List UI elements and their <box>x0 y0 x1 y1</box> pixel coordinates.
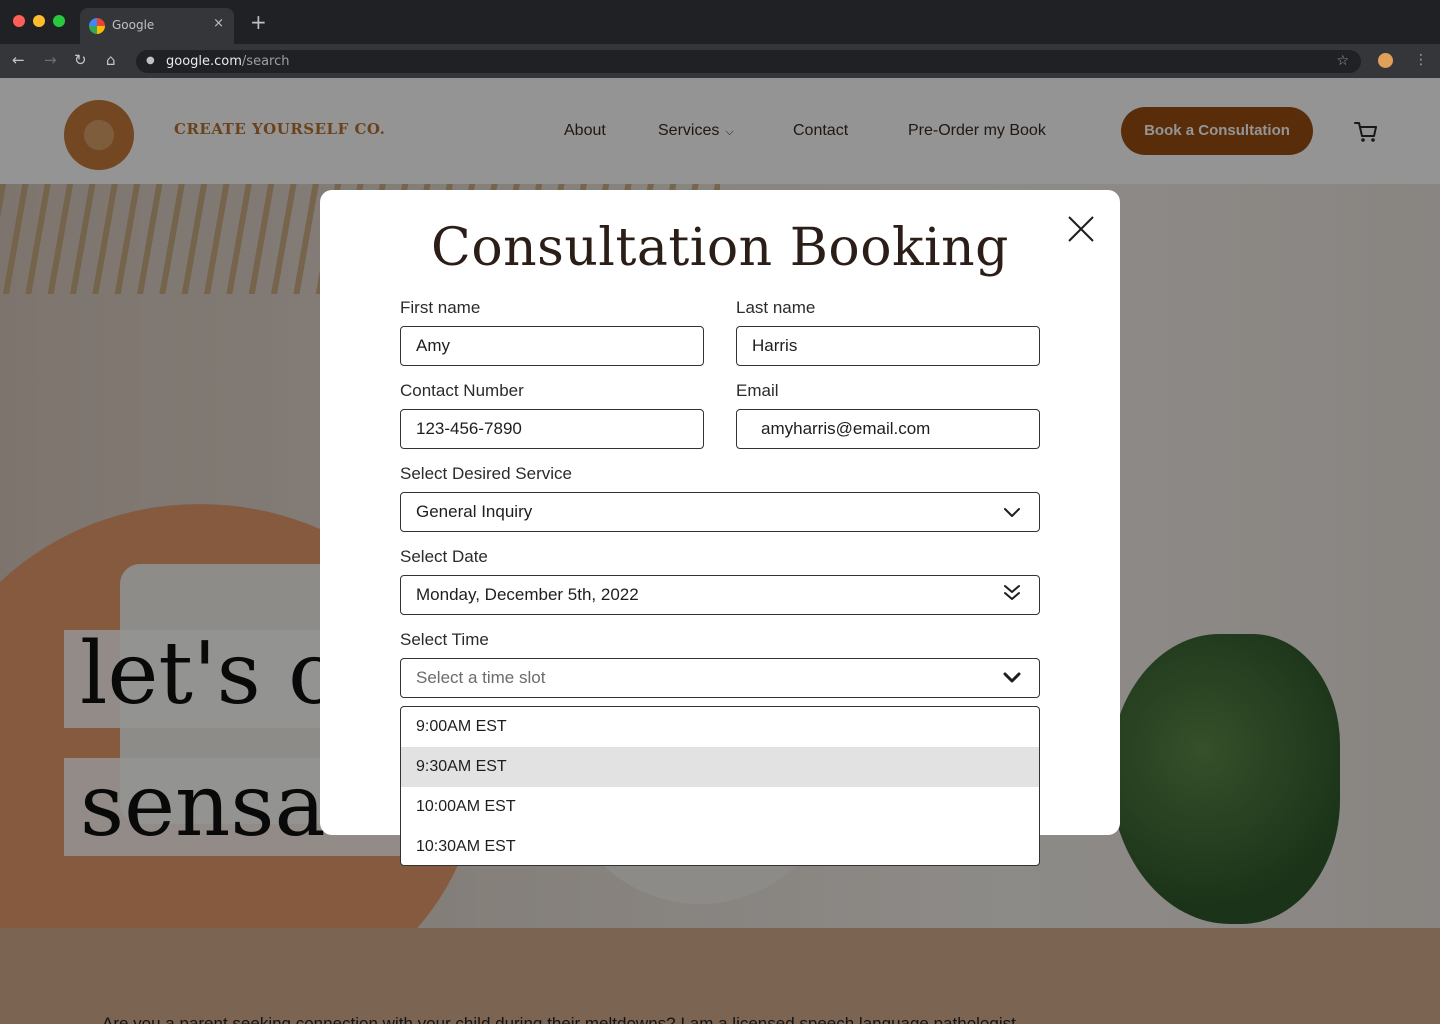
email-input[interactable] <box>736 409 1040 449</box>
service-selected-value: General Inquiry <box>416 502 533 521</box>
date-selected-value: Monday, December 5th, 2022 <box>416 585 639 604</box>
browser-tab[interactable]: Google × <box>80 8 234 44</box>
browser-toolbar: ← → ↻ ⌂ ● google.com/search ☆ <box>0 44 1440 78</box>
last-name-label: Last name <box>736 298 816 317</box>
star-icon[interactable]: ☆ <box>1336 53 1349 69</box>
tab-title: Google <box>112 18 155 32</box>
tab-close-icon[interactable]: × <box>213 16 224 31</box>
profile-avatar-icon[interactable] <box>1378 53 1393 68</box>
reload-icon[interactable]: ↻ <box>74 50 87 70</box>
url-host: google.com <box>166 54 242 69</box>
double-chevron-down-icon[interactable] <box>1002 583 1022 603</box>
time-option[interactable]: 10:00AM EST <box>401 787 1039 827</box>
email-label: Email <box>736 381 779 400</box>
time-slot-dropdown: 9:00AM EST 9:30AM EST 10:00AM EST 10:30A… <box>400 706 1040 866</box>
date-select[interactable]: Monday, December 5th, 2022 <box>400 575 1040 615</box>
last-name-input[interactable] <box>736 326 1040 366</box>
window-maximize-button[interactable] <box>53 15 65 27</box>
lock-icon: ● <box>146 55 155 66</box>
time-label: Select Time <box>400 630 489 649</box>
time-placeholder: Select a time slot <box>416 668 546 687</box>
chevron-down-icon[interactable] <box>1002 502 1022 522</box>
forward-arrow-icon[interactable]: → <box>44 50 57 70</box>
first-name-label: First name <box>400 298 481 317</box>
service-label: Select Desired Service <box>400 464 572 483</box>
time-select[interactable]: Select a time slot <box>400 658 1040 698</box>
modal-title: Consultation Booking <box>431 218 1009 278</box>
back-arrow-icon[interactable]: ← <box>12 50 25 70</box>
date-label: Select Date <box>400 547 488 566</box>
time-option[interactable]: 10:30AM EST <box>401 827 1039 865</box>
new-tab-button[interactable]: + <box>250 12 267 32</box>
contact-number-label: Contact Number <box>400 381 524 400</box>
service-select[interactable]: General Inquiry <box>400 492 1040 532</box>
google-favicon-icon <box>89 18 105 34</box>
home-icon[interactable]: ⌂ <box>106 50 116 70</box>
chevron-down-icon[interactable] <box>1002 668 1022 688</box>
time-option-hovered[interactable]: 9:30AM EST <box>401 747 1039 787</box>
window-close-button[interactable] <box>13 15 25 27</box>
contact-number-input[interactable] <box>400 409 704 449</box>
time-option[interactable]: 9:00AM EST <box>401 707 1039 747</box>
url-path: /search <box>241 54 290 69</box>
kebab-menu-icon[interactable]: ⋮ <box>1414 52 1428 68</box>
window-minimize-button[interactable] <box>33 15 45 27</box>
browser-chrome: Google × + ← → ↻ ⌂ ● google.com/search ☆… <box>0 0 1440 78</box>
address-bar[interactable]: ● google.com/search ☆ <box>136 50 1361 73</box>
tab-strip: Google × + <box>0 0 1440 44</box>
first-name-input[interactable] <box>400 326 704 366</box>
url-text: google.com/search <box>166 54 290 69</box>
